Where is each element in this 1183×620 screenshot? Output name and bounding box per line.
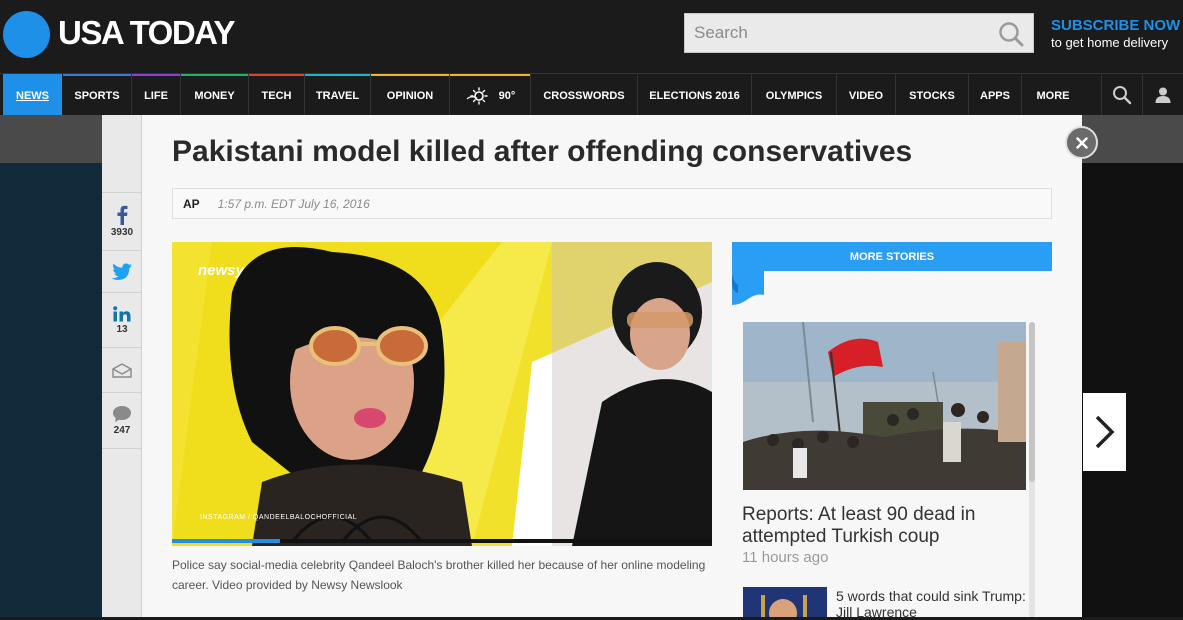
nav-travel[interactable]: TRAVEL — [305, 74, 370, 115]
linkedin-count: 13 — [116, 323, 128, 335]
close-button[interactable] — [1065, 126, 1098, 159]
nav-stocks[interactable]: STOCKS — [896, 74, 968, 115]
article-panel: Pakistani model killed after offending c… — [142, 115, 1082, 620]
nav-tech[interactable]: TECH — [249, 74, 304, 115]
search-icon[interactable] — [997, 20, 1025, 48]
backdrop-right — [1082, 163, 1183, 617]
nav-video[interactable]: VIDEO — [837, 74, 895, 115]
user-icon — [1155, 87, 1171, 103]
nav-opinion[interactable]: OPINION — [371, 74, 449, 115]
video-credit: INSTAGRAM / QANDEELBALOCHOFFICIAL — [200, 514, 358, 521]
story-title[interactable]: 5 words that could sink Trump: Jill Lawr… — [836, 588, 1036, 620]
video-caption: Police say social-media celebrity Qandee… — [172, 558, 706, 592]
more-stories-header: MORE STORIES — [732, 242, 1052, 271]
article-headline: Pakistani model killed after offending c… — [172, 135, 913, 168]
search-box — [684, 13, 1034, 53]
logo-circle-icon[interactable] — [3, 11, 50, 58]
share-linkedin[interactable]: 13 — [102, 293, 142, 348]
video-watermark: newsy — [198, 262, 244, 279]
article-dateline: 1:57 p.m. EDT July 16, 2016 — [217, 196, 370, 211]
ribbon-icon — [732, 271, 764, 305]
nav-apps[interactable]: APPS — [969, 74, 1021, 115]
nav-sports[interactable]: SPORTS — [63, 74, 131, 115]
main-nav: NEWS SPORTS LIFE MONEY TECH TRAVEL OPINI… — [0, 73, 1183, 115]
more-stories-scrollbar[interactable] — [1029, 322, 1035, 617]
nav-elections[interactable]: ELECTIONS 2016 — [638, 74, 751, 115]
scrollbar-thumb[interactable] — [1029, 322, 1035, 482]
nav-search-button[interactable] — [1102, 74, 1142, 115]
nav-user-button[interactable] — [1143, 74, 1183, 115]
article-source: AP — [183, 196, 200, 211]
search-icon — [1113, 85, 1132, 104]
nav-money[interactable]: MONEY — [181, 74, 248, 115]
email-icon — [112, 362, 132, 378]
search-input[interactable] — [685, 14, 985, 52]
comment-count: 247 — [113, 425, 131, 436]
subscribe-link[interactable]: SUBSCRIBE NOW to get home delivery — [1051, 17, 1181, 50]
more-stories: MORE STORIES Reports: At least 90 dead i… — [732, 242, 1052, 620]
weather-sun-icon — [466, 86, 488, 105]
nav-olympics[interactable]: OLYMPICS — [752, 74, 836, 115]
facebook-count: 3930 — [110, 227, 134, 238]
twitter-icon — [111, 263, 132, 280]
linkedin-icon — [113, 305, 131, 321]
article-meta: AP 1:57 p.m. EDT July 16, 2016 — [172, 188, 1052, 219]
facebook-icon — [117, 205, 128, 225]
nav-crosswords[interactable]: CROSSWORDS — [531, 74, 637, 115]
comment-icon — [113, 406, 131, 422]
site-logo[interactable]: USA TODAY — [58, 14, 236, 52]
video-player[interactable]: newsy INSTAGRAM / QANDEELBALOCHOFFICIAL — [172, 242, 712, 546]
chevron-right-icon — [1095, 415, 1114, 449]
next-article-button[interactable] — [1083, 393, 1126, 471]
share-facebook[interactable]: 3930 — [102, 192, 142, 251]
story-thumbnail[interactable] — [743, 587, 827, 617]
share-email[interactable] — [102, 348, 142, 393]
nav-more[interactable]: MORE — [1022, 74, 1084, 115]
story-time: 11 hours ago — [742, 549, 829, 566]
nav-life[interactable]: LIFE — [132, 74, 180, 115]
subscribe-title: SUBSCRIBE NOW — [1051, 17, 1181, 34]
nav-weather[interactable]: 90° — [450, 74, 530, 115]
story-thumbnail[interactable] — [743, 322, 1026, 490]
video-progress-fill — [172, 539, 280, 543]
site-header: USA TODAY SUBSCRIBE NOW to get home deli… — [0, 0, 1183, 73]
nav-news[interactable]: NEWS — [3, 74, 62, 115]
video-progress-bar[interactable] — [172, 539, 712, 543]
weather-temp: 90° — [498, 89, 516, 102]
close-icon — [1075, 136, 1088, 149]
story-title[interactable]: Reports: At least 90 dead in attempted T… — [742, 504, 1022, 548]
share-twitter[interactable] — [102, 251, 142, 293]
subscribe-subtitle: to get home delivery — [1051, 35, 1169, 50]
backdrop-left — [0, 163, 102, 617]
video-frame-image — [172, 242, 712, 546]
share-rail: 3930 13 247 — [102, 115, 142, 617]
share-comments[interactable]: 247 — [102, 393, 142, 449]
